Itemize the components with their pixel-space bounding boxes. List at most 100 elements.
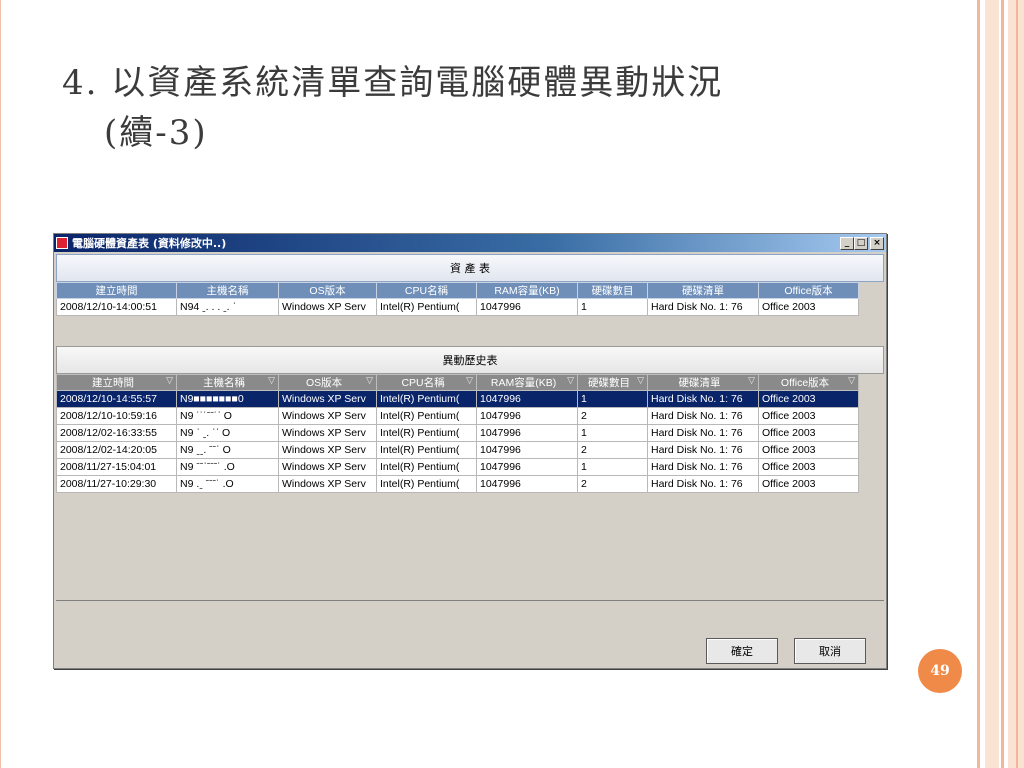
column-header[interactable]: 建立時間 — [56, 282, 177, 299]
column-header[interactable]: 主機名稱 ▽ — [176, 374, 279, 391]
column-header[interactable]: RAM容量(KB) — [476, 282, 578, 299]
asset-table-area: 建立時間 主機名稱 OS版本 CPU名稱 RAM容量(KB) 硬碟數目 硬碟清單 Office… — [56, 282, 884, 344]
table-row[interactable]: 2008/12/10-14:55:57 N9■■■■■■■0 Windows XP … — [56, 390, 859, 408]
table-cell: 2008/12/02-16:33:55 — [56, 424, 177, 442]
table-cell: Office 2003 — [758, 298, 859, 316]
column-header[interactable]: 主機名稱 — [176, 282, 279, 299]
slide-stripe — [985, 0, 999, 768]
column-header[interactable]: 硬碟數目 — [577, 282, 648, 299]
window-titlebar[interactable]: 電腦硬體資產表 (資料修改中..) _ □ × — [54, 234, 886, 252]
table-cell: 2008/12/10-10:59:16 — [56, 407, 177, 425]
filter-icon[interactable]: ▽ — [637, 376, 644, 387]
column-header-label: 硬碟數目 — [588, 377, 631, 389]
filter-icon[interactable]: ▽ — [166, 376, 173, 387]
table-cell: Intel(R) Pentium( — [376, 390, 477, 408]
column-header[interactable]: RAM容量(KB) ▽ — [476, 374, 578, 391]
table-row[interactable]: 2008/12/10-14:00:51 N94 ˍ. . . ˍ. ˈ Window… — [56, 298, 859, 316]
slide-title-line1: 4. 以資產系統清單查詢電腦硬體異動狀況 — [62, 63, 724, 103]
column-header-label: 建立時間 — [92, 377, 135, 389]
filter-icon[interactable]: ▽ — [366, 376, 373, 387]
filter-icon[interactable]: ▽ — [268, 376, 275, 387]
table-cell: 2008/11/27-15:04:01 — [56, 458, 177, 476]
asset-window: 電腦硬體資產表 (資料修改中..) _ □ × 資 產 表 建立時間 主機名稱 OS… — [53, 233, 887, 669]
table-cell: Hard Disk No. 1: 76 — [647, 407, 759, 425]
table-cell: Hard Disk No. 1: 76 — [647, 424, 759, 442]
table-cell: Intel(R) Pentium( — [376, 298, 477, 316]
table-cell: Hard Disk No. 1: 76 — [647, 390, 759, 408]
table-cell: Office 2003 — [758, 390, 859, 408]
table-row[interactable]: 2008/12/02-16:33:55 N9 ˈ ˍ. ˈˈ O Windows X… — [56, 424, 859, 442]
table-cell: 1047996 — [476, 407, 578, 425]
table-row[interactable]: 2008/11/27-15:04:01 N9 ˉˉˈˉˉˉ˙ .O Windows … — [56, 458, 859, 476]
table-cell: 2 — [577, 475, 648, 493]
column-header[interactable]: CPU名稱 ▽ — [376, 374, 477, 391]
table-cell: 1047996 — [476, 458, 578, 476]
table-cell: Hard Disk No. 1: 76 — [647, 458, 759, 476]
history-table-area[interactable]: 建立時間 ▽ 主機名稱 ▽ OS版本 ▽ CPU名稱 ▽ RAM容量(KB) ▽ 硬碟數目 ▽ 硬碟清單… — [56, 374, 884, 601]
history-table: 建立時間 ▽ 主機名稱 ▽ OS版本 ▽ CPU名稱 ▽ RAM容量(KB) ▽ 硬碟數目 ▽ 硬碟清單… — [56, 374, 859, 493]
table-cell: Intel(R) Pentium( — [376, 458, 477, 476]
close-button[interactable]: × — [870, 236, 884, 250]
table-cell: Intel(R) Pentium( — [376, 475, 477, 493]
column-header-label: 硬碟清單 — [678, 377, 721, 389]
table-cell: 2 — [577, 407, 648, 425]
table-cell: Windows XP Serv — [278, 407, 377, 425]
slide-stripe — [1016, 0, 1018, 768]
window-title: 電腦硬體資產表 (資料修改中..) — [72, 237, 227, 250]
table-cell: 1047996 — [476, 441, 578, 459]
filter-icon[interactable]: ▽ — [848, 376, 855, 387]
table-cell: N94 ˍ. . . ˍ. ˈ — [176, 298, 279, 316]
table-cell: N9 ˍˍ. ˉˉˈ O — [176, 441, 279, 459]
filter-icon[interactable]: ▽ — [567, 376, 574, 387]
table-cell: Hard Disk No. 1: 76 — [647, 298, 759, 316]
column-header[interactable]: 建立時間 ▽ — [56, 374, 177, 391]
table-row[interactable]: 2008/12/10-10:59:16 N9 ˙˙˙ˉˉ˙ˈ O Windows X… — [56, 407, 859, 425]
column-header-label: OS版本 — [305, 377, 343, 389]
page-number-badge: 49 — [918, 649, 962, 693]
table-cell: Windows XP Serv — [278, 298, 377, 316]
table-cell: 1 — [577, 458, 648, 476]
column-header[interactable]: 硬碟清單 — [647, 282, 759, 299]
table-cell: Windows XP Serv — [278, 441, 377, 459]
table-row[interactable]: 2008/12/02-14:20:05 N9 ˍˍ. ˉˉˈ O Windows X… — [56, 441, 859, 459]
column-header[interactable]: OS版本 — [278, 282, 377, 299]
minimize-button[interactable]: _ — [840, 236, 854, 250]
column-header[interactable]: 硬碟清單 ▽ — [647, 374, 759, 391]
column-header[interactable]: CPU名稱 — [376, 282, 477, 299]
table-cell: Windows XP Serv — [278, 390, 377, 408]
table-cell: Office 2003 — [758, 441, 859, 459]
asset-table: 建立時間 主機名稱 OS版本 CPU名稱 RAM容量(KB) 硬碟數目 硬碟清單 Office… — [56, 282, 859, 316]
table-row[interactable]: 2008/11/27-10:29:30 N9 .ˍ ˉˉˉ˙ .O Windows … — [56, 475, 859, 493]
table-cell: 1047996 — [476, 475, 578, 493]
cancel-button[interactable]: 取消 — [794, 638, 866, 664]
history-panel-title-bar: 異動歷史表 — [56, 346, 884, 374]
column-header[interactable]: 硬碟數目 ▽ — [577, 374, 648, 391]
column-header-label: 主機名稱 — [203, 377, 246, 389]
table-cell: N9 ˉˉˈˉˉˉ˙ .O — [176, 458, 279, 476]
maximize-button[interactable]: □ — [854, 236, 868, 250]
column-header[interactable]: Office版本 ▽ — [758, 374, 859, 391]
table-cell: Office 2003 — [758, 458, 859, 476]
table-cell: 2008/12/10-14:55:57 — [56, 390, 177, 408]
slide-left-border — [0, 0, 1, 768]
window-footer: 確定 取消 — [54, 628, 886, 668]
column-header[interactable]: Office版本 — [758, 282, 859, 299]
table-cell: 2008/11/27-10:29:30 — [56, 475, 177, 493]
table-cell: Office 2003 — [758, 475, 859, 493]
slide-stripe — [977, 0, 980, 768]
ok-button[interactable]: 確定 — [706, 638, 778, 664]
table-cell: 1 — [577, 390, 648, 408]
table-cell: 1 — [577, 298, 648, 316]
table-cell: Intel(R) Pentium( — [376, 441, 477, 459]
filter-icon[interactable]: ▽ — [748, 376, 755, 387]
table-cell: Windows XP Serv — [278, 475, 377, 493]
slide-title-line2: (續-3) — [104, 113, 208, 153]
column-header-label: CPU名稱 — [401, 377, 445, 389]
column-header[interactable]: OS版本 ▽ — [278, 374, 377, 391]
filter-icon[interactable]: ▽ — [466, 376, 473, 387]
table-cell: 1047996 — [476, 390, 578, 408]
table-cell: Hard Disk No. 1: 76 — [647, 441, 759, 459]
table-cell: Windows XP Serv — [278, 424, 377, 442]
asset-panel-title: 資 產 表 — [450, 262, 490, 275]
table-cell: 1047996 — [476, 424, 578, 442]
